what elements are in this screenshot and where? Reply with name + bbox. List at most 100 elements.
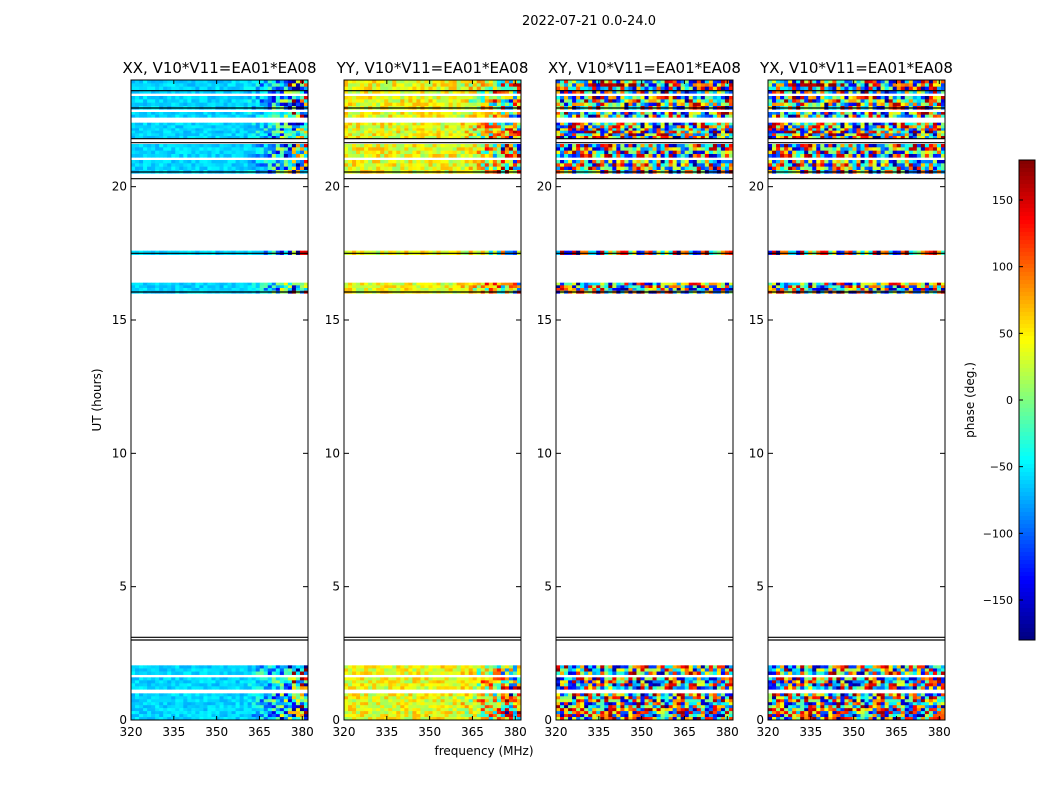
heatmap-cell — [436, 677, 441, 681]
heatmap-cell — [195, 285, 200, 289]
heatmap-cell — [700, 686, 706, 690]
heatmap-cell — [408, 96, 413, 100]
heatmap-cell — [267, 693, 273, 697]
heatmap-cell — [167, 144, 172, 148]
heatmap-cell — [356, 160, 361, 164]
heatmap-cell — [207, 696, 212, 700]
heatmap-cell — [500, 122, 506, 126]
heatmap-cell — [428, 96, 433, 100]
heatmap-cell — [179, 114, 184, 118]
heatmap-cell — [656, 282, 661, 286]
heatmap-cell — [167, 288, 172, 291]
heatmap-cell — [680, 702, 686, 706]
heatmap-cell — [167, 683, 172, 687]
heatmap-cell — [203, 102, 208, 107]
heatmap-cell — [291, 163, 297, 167]
heatmap-cell — [512, 112, 518, 115]
heatmap-cell — [496, 680, 502, 684]
heatmap-cell — [452, 130, 458, 134]
heatmap-cell — [444, 668, 449, 672]
heatmap-cell — [576, 699, 581, 703]
heatmap-cell — [191, 86, 196, 91]
heatmap-cell — [227, 683, 232, 687]
heatmap-cell — [207, 144, 212, 148]
heatmap-cell — [251, 693, 257, 697]
heatmap-cell — [484, 702, 490, 706]
heatmap-cell — [175, 160, 180, 164]
heatmap-cell — [428, 102, 433, 107]
heatmap-cell — [620, 683, 625, 687]
heatmap-cell — [464, 702, 470, 706]
heatmap-cell — [468, 677, 474, 681]
heatmap-cell — [187, 144, 192, 148]
heatmap-cell — [215, 83, 220, 87]
heatmap-cell — [344, 122, 349, 126]
heatmap-cell — [412, 680, 417, 684]
heatmap-cell — [179, 686, 184, 690]
heatmap-cell — [424, 696, 429, 700]
heatmap-cell — [372, 163, 377, 167]
heatmap-cell — [556, 705, 561, 709]
heatmap-cell — [187, 693, 192, 697]
heatmap-cell — [231, 288, 236, 291]
heatmap-cell — [211, 285, 216, 289]
heatmap-cell — [504, 130, 510, 134]
heatmap-cell — [263, 677, 269, 681]
heatmap-cell — [448, 99, 454, 103]
heatmap-cell — [656, 693, 661, 697]
heatmap-cell — [239, 705, 245, 709]
heatmap-cell — [151, 144, 156, 148]
heatmap-cell — [199, 665, 204, 669]
heatmap-cell — [372, 122, 377, 126]
heatmap-cell — [299, 133, 305, 137]
heatmap-cell — [275, 133, 281, 137]
heatmap-cell — [243, 112, 249, 115]
heatmap-cell — [259, 122, 265, 126]
heatmap-cell — [131, 122, 136, 126]
heatmap-cell — [460, 96, 466, 100]
heatmap-cell — [143, 288, 148, 291]
heatmap-cell — [480, 282, 486, 286]
heatmap-cell — [388, 708, 393, 712]
heatmap-cell — [215, 80, 220, 84]
heatmap-cell — [291, 144, 297, 148]
heatmap-cell — [504, 112, 510, 115]
heatmap-cell — [584, 683, 589, 687]
heatmap-cell — [588, 285, 593, 289]
heatmap-cell — [171, 708, 176, 712]
heatmap-cell — [223, 112, 228, 115]
heatmap-cell — [215, 96, 220, 100]
heatmap-cell — [424, 80, 429, 84]
heatmap-cell — [344, 166, 349, 171]
heatmap-cell — [255, 144, 261, 148]
heatmap-cell — [384, 699, 389, 703]
heatmap-cell — [436, 686, 441, 690]
heatmap-cell — [267, 705, 273, 709]
heatmap-cell — [211, 288, 216, 291]
heatmap-cell — [203, 86, 208, 91]
heatmap-cell — [364, 677, 369, 681]
heatmap-cell — [500, 96, 506, 100]
panel-frame — [130, 79, 309, 721]
heatmap-cell — [159, 282, 164, 286]
heatmap-cell — [680, 282, 686, 286]
heatmap-cell — [460, 166, 466, 171]
heatmap-cell — [584, 160, 589, 164]
heatmap-cell — [592, 693, 597, 697]
heatmap-cell — [263, 128, 269, 131]
heatmap-cell — [203, 147, 208, 151]
heatmap-cell — [139, 150, 144, 155]
heatmap-cell — [640, 665, 645, 669]
heatmap-cell — [392, 112, 397, 115]
heatmap-cell — [692, 705, 698, 709]
heatmap-cell — [572, 683, 577, 687]
heatmap-cell — [624, 711, 629, 715]
heatmap-cell — [416, 705, 421, 709]
heatmap-cell — [380, 147, 385, 151]
heatmap-cell — [227, 693, 232, 697]
heatmap-cell — [344, 708, 349, 712]
heatmap-cell — [155, 130, 160, 134]
heatmap-cell — [243, 677, 249, 681]
heatmap-cell — [696, 714, 702, 718]
heatmap-cell — [231, 711, 236, 715]
